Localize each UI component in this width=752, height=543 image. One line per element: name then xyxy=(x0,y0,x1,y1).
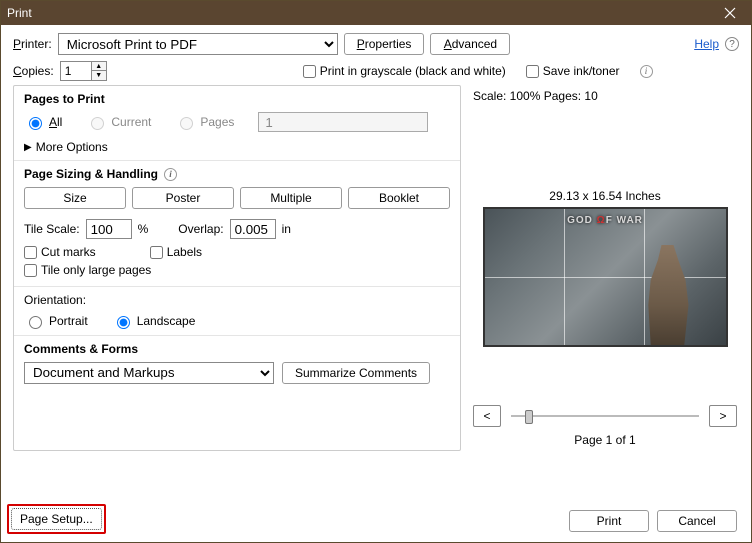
overlap-label: Overlap: xyxy=(178,222,223,236)
comments-section-title: Comments & Forms xyxy=(24,342,450,356)
save-ink-info-icon[interactable]: i xyxy=(640,65,653,78)
print-button[interactable]: Print xyxy=(569,510,649,532)
page-preview: GOD ΩF WAR xyxy=(483,207,728,347)
copies-down[interactable]: ▼ xyxy=(92,71,106,80)
pages-all-radio[interactable] xyxy=(29,117,42,130)
portrait-label: Portrait xyxy=(49,314,88,328)
tile-scale-input[interactable] xyxy=(86,219,132,239)
left-panel: Pages to Print All Current Pages xyxy=(13,85,461,451)
page-setup-highlight: Page Setup... xyxy=(7,504,106,534)
close-button[interactable] xyxy=(715,1,745,25)
preview-dimensions: 29.13 x 16.54 Inches xyxy=(473,189,737,203)
printer-label: Printer: xyxy=(13,37,52,51)
copies-input[interactable] xyxy=(61,62,91,80)
tab-poster[interactable]: Poster xyxy=(132,187,234,209)
properties-button[interactable]: Properties xyxy=(344,33,425,55)
close-icon xyxy=(724,7,736,19)
slider-thumb[interactable] xyxy=(525,410,533,424)
tab-size[interactable]: Size xyxy=(24,187,126,209)
copies-up[interactable]: ▲ xyxy=(92,62,106,71)
preview-next-button[interactable]: > xyxy=(709,405,737,427)
pages-section-title: Pages to Print xyxy=(24,92,450,106)
sizing-section-title: Page Sizing & Handling xyxy=(24,167,158,181)
preview-prev-button[interactable]: < xyxy=(473,405,501,427)
pages-pages-radio xyxy=(180,117,193,130)
save-ink-checkbox[interactable] xyxy=(526,65,539,78)
pages-current-radio xyxy=(91,117,104,130)
overlap-input[interactable] xyxy=(230,219,276,239)
labels-label: Labels xyxy=(167,245,202,259)
copies-label: Copies: xyxy=(13,64,54,78)
pages-all-label: All xyxy=(49,115,62,129)
sizing-info-icon[interactable]: i xyxy=(164,168,177,181)
landscape-label: Landscape xyxy=(137,314,196,328)
help-link[interactable]: Help xyxy=(694,37,719,51)
pages-current-label: Current xyxy=(111,115,151,129)
overlap-unit: in xyxy=(282,222,291,236)
help-icon[interactable]: ? xyxy=(725,37,739,51)
summarize-comments-button[interactable]: Summarize Comments xyxy=(282,362,430,384)
preview-image-title: GOD ΩF WAR xyxy=(567,215,643,226)
tab-booklet[interactable]: Booklet xyxy=(348,187,450,209)
pages-range-input xyxy=(258,112,428,132)
preview-image-figure xyxy=(638,245,698,345)
tab-multiple[interactable]: Multiple xyxy=(240,187,342,209)
grayscale-label: Print in grayscale (black and white) xyxy=(320,64,506,78)
printer-select[interactable]: Microsoft Print to PDF xyxy=(58,33,338,55)
more-options-toggle[interactable]: ▶ More Options xyxy=(24,140,108,154)
portrait-radio[interactable] xyxy=(29,316,42,329)
print-dialog: Print Printer: Microsoft Print to PDF Pr… xyxy=(0,0,752,543)
preview-scale-info: Scale: 100% Pages: 10 xyxy=(473,89,737,103)
landscape-radio[interactable] xyxy=(117,316,130,329)
tile-large-checkbox[interactable] xyxy=(24,264,37,277)
save-ink-label: Save ink/toner xyxy=(543,64,620,78)
page-setup-button[interactable]: Page Setup... xyxy=(11,508,102,530)
triangle-right-icon: ▶ xyxy=(24,142,32,153)
cancel-button[interactable]: Cancel xyxy=(657,510,737,532)
cut-marks-label: Cut marks xyxy=(41,245,96,259)
grayscale-checkbox[interactable] xyxy=(303,65,316,78)
orientation-section-title: Orientation: xyxy=(24,293,450,307)
tile-scale-unit: % xyxy=(138,222,149,236)
preview-panel: Scale: 100% Pages: 10 29.13 x 16.54 Inch… xyxy=(471,85,739,451)
more-options-label: More Options xyxy=(36,140,108,154)
tile-scale-label: Tile Scale: xyxy=(24,222,80,236)
pages-pages-label: Pages xyxy=(200,115,234,129)
cut-marks-checkbox[interactable] xyxy=(24,246,37,259)
labels-checkbox[interactable] xyxy=(150,246,163,259)
advanced-button[interactable]: Advanced xyxy=(430,33,510,55)
titlebar: Print xyxy=(1,1,751,25)
window-title: Print xyxy=(7,6,32,20)
comments-select[interactable]: Document and Markups xyxy=(24,362,274,384)
preview-zoom-slider[interactable] xyxy=(511,406,699,426)
copies-spinner[interactable]: ▲ ▼ xyxy=(60,61,107,81)
tile-large-label: Tile only large pages xyxy=(41,263,151,277)
preview-page-label: Page 1 of 1 xyxy=(473,433,737,447)
